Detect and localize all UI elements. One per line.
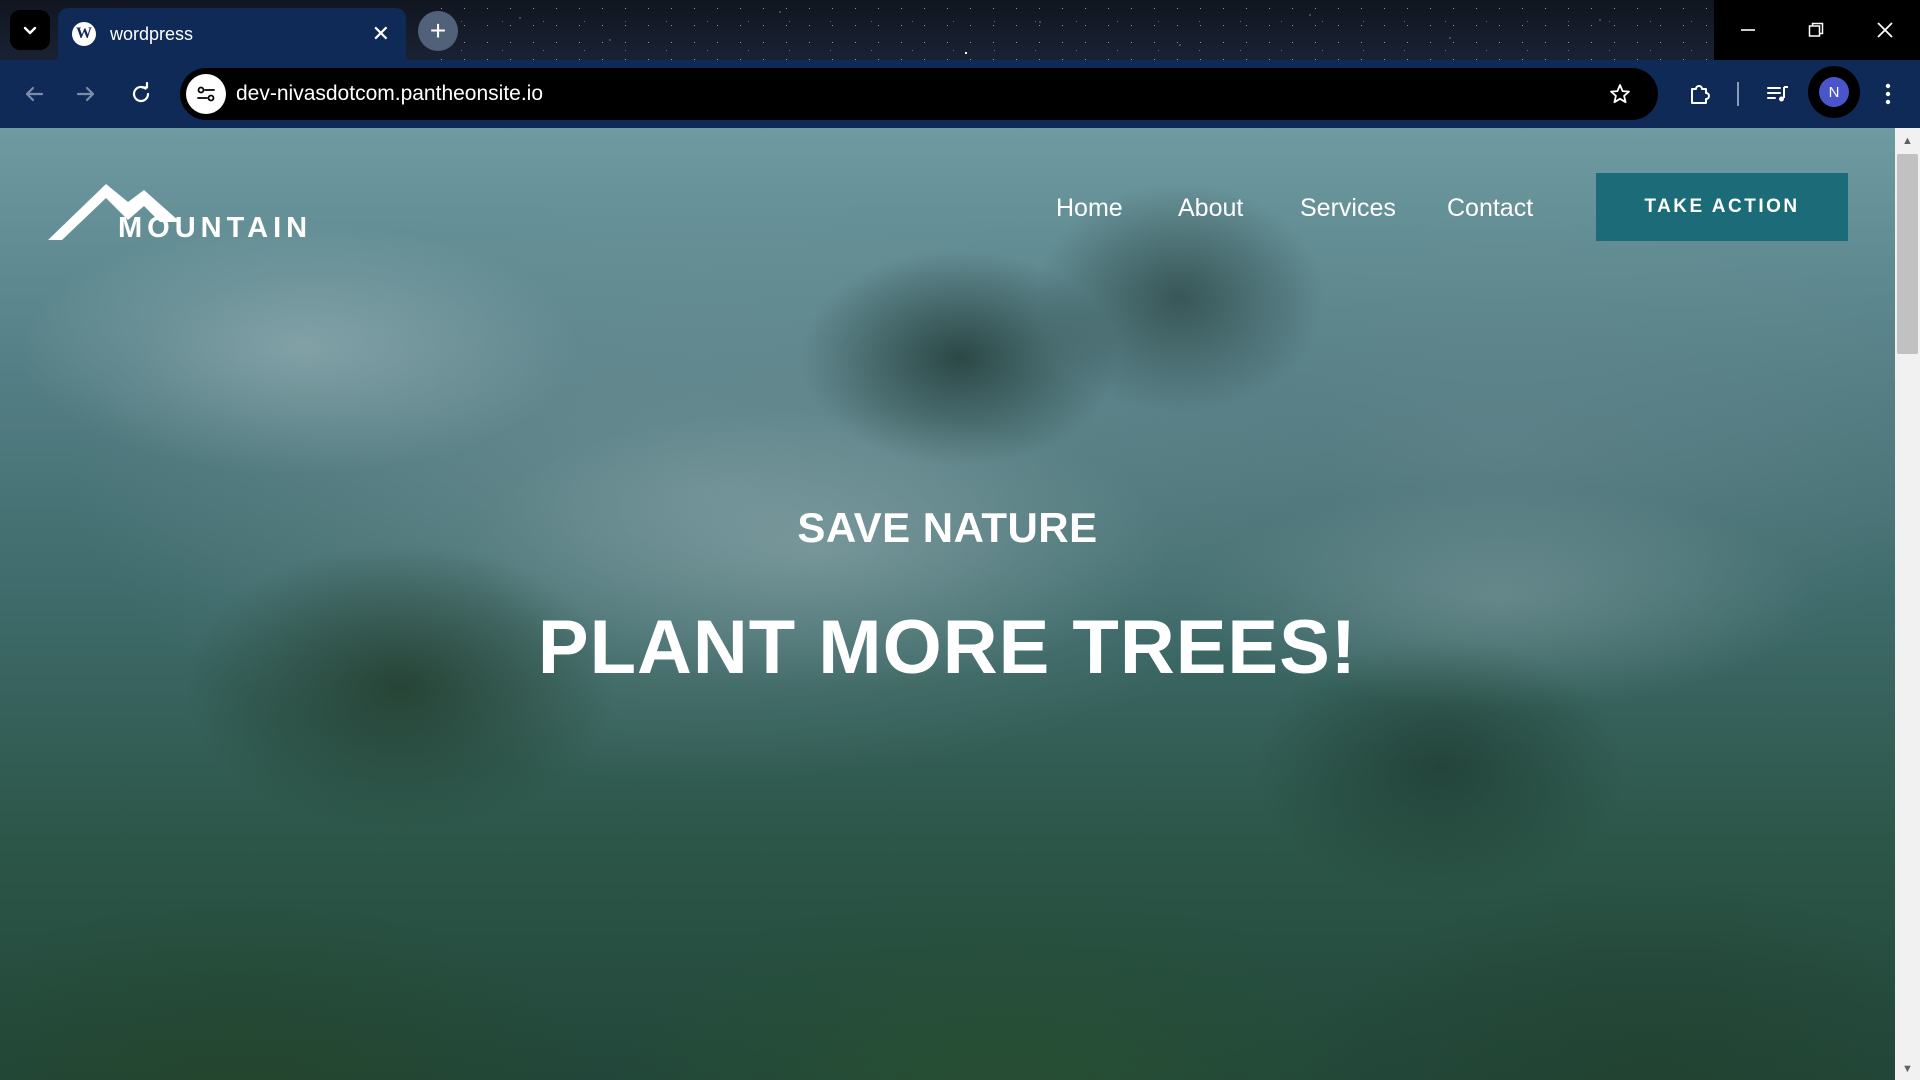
take-action-button[interactable]: TAKE ACTION [1596, 173, 1848, 241]
close-tab-icon[interactable]: ✕ [372, 23, 390, 45]
page-viewport: MOUNTAIN Home About Services Contact TAK… [0, 128, 1895, 1080]
hero-subtitle: SAVE NATURE [797, 504, 1098, 551]
star-icon [1610, 84, 1630, 104]
tab-search-button[interactable] [10, 10, 50, 50]
new-tab-button[interactable]: + [418, 11, 458, 51]
reload-button[interactable] [121, 74, 161, 114]
nav-link-home[interactable]: Home [1056, 188, 1123, 228]
scroll-up-arrow-icon[interactable]: ▲ [1897, 132, 1918, 150]
theme-background [430, 0, 1720, 60]
browser-toolbar: dev-nivasdotcom.pantheonsite.io N [0, 60, 1920, 128]
minimize-icon [1741, 29, 1755, 31]
wordpress-icon: W [72, 22, 96, 46]
scrollbar-thumb[interactable] [1897, 154, 1918, 354]
nav-link-about[interactable]: About [1178, 188, 1243, 228]
puzzle-icon [1691, 85, 1710, 104]
logo-text: MOUNTAIN [118, 212, 313, 244]
menu-button[interactable] [1868, 74, 1908, 114]
media-controls-button[interactable] [1758, 74, 1798, 114]
chevron-down-icon [23, 26, 37, 35]
arrow-left-icon [25, 86, 44, 102]
site-info-button[interactable] [186, 74, 226, 114]
profile-button[interactable]: N [1808, 66, 1860, 118]
avatar: N [1819, 77, 1849, 107]
nav-link-services[interactable]: Services [1300, 188, 1396, 228]
more-vert-icon [1885, 83, 1891, 105]
url-text[interactable]: dev-nivasdotcom.pantheonsite.io [236, 68, 543, 120]
reload-icon [132, 82, 150, 103]
restore-button[interactable] [1782, 0, 1850, 60]
restore-icon [1808, 22, 1824, 37]
close-window-button[interactable] [1850, 0, 1920, 60]
scroll-down-arrow-icon[interactable]: ▼ [1897, 1060, 1918, 1078]
site-logo[interactable]: MOUNTAIN [48, 170, 324, 248]
arrow-right-icon [76, 86, 95, 102]
tab-strip: W wordpress ✕ + [0, 0, 1920, 60]
hero-title: PLANT MORE TREES! [537, 605, 1358, 690]
address-bar[interactable]: dev-nivasdotcom.pantheonsite.io [180, 68, 1658, 120]
forward-button[interactable] [66, 74, 106, 114]
minimize-button[interactable] [1714, 0, 1782, 60]
close-icon [1877, 22, 1893, 38]
tune-icon [197, 86, 215, 102]
nav-link-contact[interactable]: Contact [1447, 188, 1533, 228]
queue-music-icon [1767, 86, 1788, 102]
bookmark-button[interactable] [1600, 74, 1640, 114]
toolbar-divider [1737, 82, 1739, 106]
back-button[interactable] [14, 74, 54, 114]
browser-tab[interactable]: W wordpress ✕ [58, 8, 406, 60]
extensions-button[interactable] [1680, 74, 1720, 114]
tab-title: wordpress [110, 23, 194, 44]
